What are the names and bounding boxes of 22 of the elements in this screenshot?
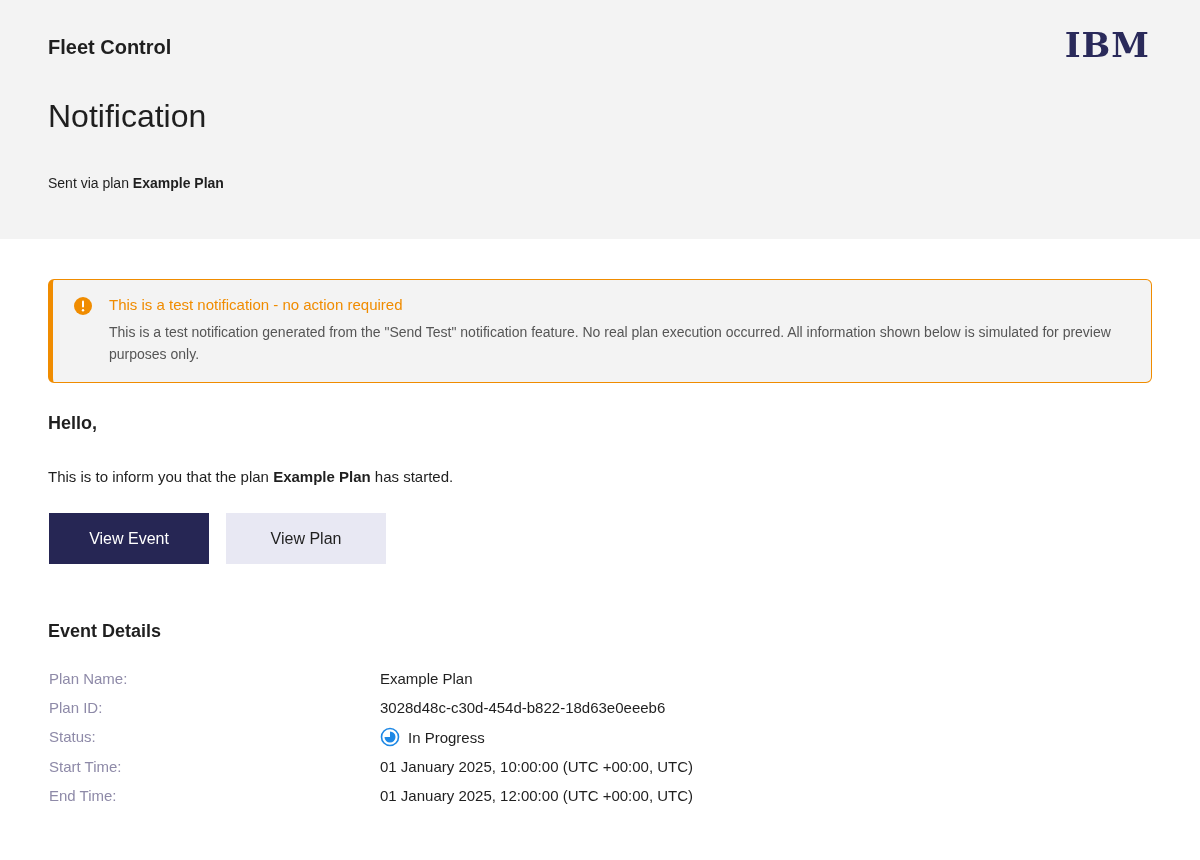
secondary-button[interactable]: View Plan xyxy=(226,513,386,564)
primary-button[interactable]: View Event xyxy=(49,513,209,564)
detail-value: In Progress xyxy=(408,727,485,747)
detail-value: 01 January 2025, 10:00:00 (UTC +00:00, UTC) xyxy=(380,757,694,776)
alert-message: This is a test notification generated from the "Send Test" notification feature. No real plan execution occurred. All information shown below is simulated for preview purposes only. xyxy=(109,323,1112,364)
warning-icon xyxy=(73,296,93,316)
detail-value: Example Plan xyxy=(380,669,473,688)
app-name: Fleet Control xyxy=(48,34,172,59)
detail-label: End Time: xyxy=(49,786,118,805)
detail-label: Status: xyxy=(49,727,97,747)
page-title: Notification xyxy=(48,98,208,135)
detail-label: Start Time: xyxy=(49,757,123,776)
greeting: Hello, xyxy=(48,413,98,434)
intro-text: This is to inform you that the plan Example Plan has started. xyxy=(48,468,455,485)
section-title: Event Details xyxy=(48,621,163,642)
detail-label: Plan ID: xyxy=(49,698,104,717)
logo: IBM xyxy=(1064,28,1150,62)
alert-title: This is a test notification - no action required xyxy=(109,296,404,313)
detail-label: Plan Name: xyxy=(49,669,129,688)
detail-value: 01 January 2025, 12:00:00 (UTC +00:00, UTC) xyxy=(380,786,694,805)
subtitle: Sent via plan Example Plan xyxy=(48,175,225,191)
detail-value: 3028d48c-c30d-454d-b822-18d63e0eeeb6 xyxy=(380,698,666,717)
